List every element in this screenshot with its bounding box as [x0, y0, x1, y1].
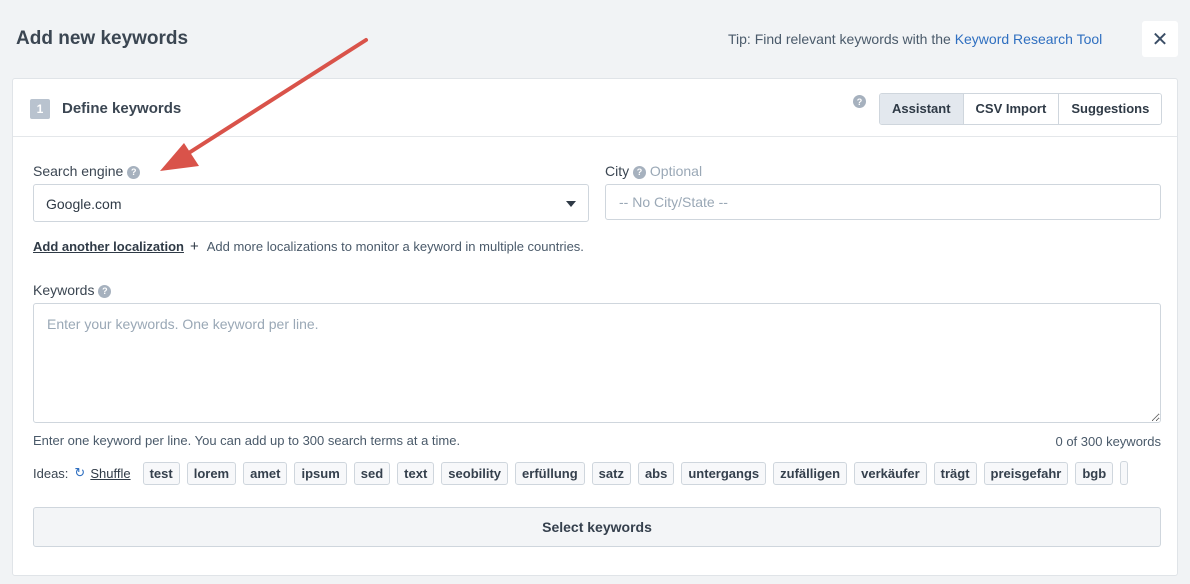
city-optional-text: Optional: [649, 163, 703, 179]
tab-csv-import[interactable]: CSV Import: [963, 94, 1060, 124]
city-label: City ? Optional: [605, 163, 702, 179]
city-input[interactable]: [605, 184, 1161, 220]
idea-chip[interactable]: ipsum: [294, 461, 347, 485]
idea-chip[interactable]: untergangs: [681, 461, 767, 485]
tip-text: Tip: Find relevant keywords with the Key…: [728, 31, 1102, 47]
idea-chip-partial[interactable]: [1120, 461, 1129, 485]
keywords-help-icon[interactable]: ?: [98, 284, 112, 298]
mode-tabs: Assistant CSV Import Suggestions: [879, 93, 1163, 125]
step-number-badge: 1: [30, 99, 50, 119]
search-engine-select[interactable]: Google.com: [33, 184, 589, 222]
idea-chip[interactable]: trägt: [933, 461, 977, 485]
define-keywords-card: 1 Define keywords ? Assistant CSV Import…: [12, 78, 1178, 576]
tab-suggestions[interactable]: Suggestions: [1059, 94, 1162, 124]
dialog-header: Add new keywords Tip: Find relevant keyw…: [0, 0, 1190, 78]
ideas-row: Ideas: ↻ Shuffle test lorem amet ipsum s…: [33, 460, 1167, 486]
idea-chip[interactable]: abs: [637, 461, 675, 485]
idea-chip[interactable]: bgb: [1075, 461, 1114, 485]
idea-chip[interactable]: lorem: [186, 461, 237, 485]
keywords-textarea[interactable]: [33, 303, 1161, 423]
localization-hint: Add more localizations to monitor a keyw…: [206, 239, 584, 254]
keywords-label: Keywords ?: [33, 282, 112, 298]
idea-chip[interactable]: zufälligen: [773, 461, 848, 485]
keywords-count: 0 of 300 keywords: [1055, 434, 1161, 449]
idea-chip[interactable]: verkäufer: [854, 461, 927, 485]
idea-chip[interactable]: text: [397, 461, 435, 485]
chevron-down-icon: [566, 201, 576, 207]
city-label-text: City: [605, 163, 630, 179]
dialog-title: Add new keywords: [16, 28, 189, 49]
search-engine-value: Google.com: [46, 196, 122, 212]
idea-chip[interactable]: seobility: [441, 461, 509, 485]
tip-prefix: Tip: Find relevant keywords with the: [728, 31, 955, 47]
shuffle-link[interactable]: Shuffle: [90, 466, 130, 481]
select-keywords-button[interactable]: Select keywords: [33, 507, 1161, 547]
idea-chip[interactable]: sed: [353, 461, 391, 485]
idea-chip[interactable]: erfüllung: [515, 461, 585, 485]
ideas-label: Ideas:: [33, 465, 69, 481]
shuffle-icon[interactable]: ↻: [74, 465, 85, 481]
search-engine-help-icon[interactable]: ?: [127, 165, 141, 179]
keyword-research-tool-link[interactable]: Keyword Research Tool: [955, 31, 1103, 47]
search-engine-label-text: Search engine: [33, 163, 124, 179]
tab-assistant[interactable]: Assistant: [880, 94, 964, 124]
step-title: Define keywords: [62, 100, 182, 117]
idea-chip[interactable]: amet: [243, 461, 288, 485]
plus-icon[interactable]: +: [190, 238, 199, 255]
close-button[interactable]: ✕: [1142, 21, 1178, 57]
keywords-hint: Enter one keyword per line. You can add …: [33, 433, 461, 448]
idea-chip[interactable]: preisgefahr: [983, 461, 1069, 485]
search-engine-label: Search engine ?: [33, 163, 141, 179]
add-localization-link[interactable]: Add another localization: [33, 239, 184, 254]
card-header: 1 Define keywords ? Assistant CSV Import…: [13, 79, 1177, 137]
close-icon: ✕: [1151, 28, 1169, 51]
add-localization-row: Add another localization + Add more locali…: [33, 238, 584, 255]
help-icon[interactable]: ?: [853, 95, 866, 108]
keywords-label-text: Keywords: [33, 282, 95, 298]
city-help-icon[interactable]: ?: [633, 165, 647, 179]
idea-chip[interactable]: test: [142, 461, 180, 485]
idea-chip[interactable]: satz: [591, 461, 631, 485]
